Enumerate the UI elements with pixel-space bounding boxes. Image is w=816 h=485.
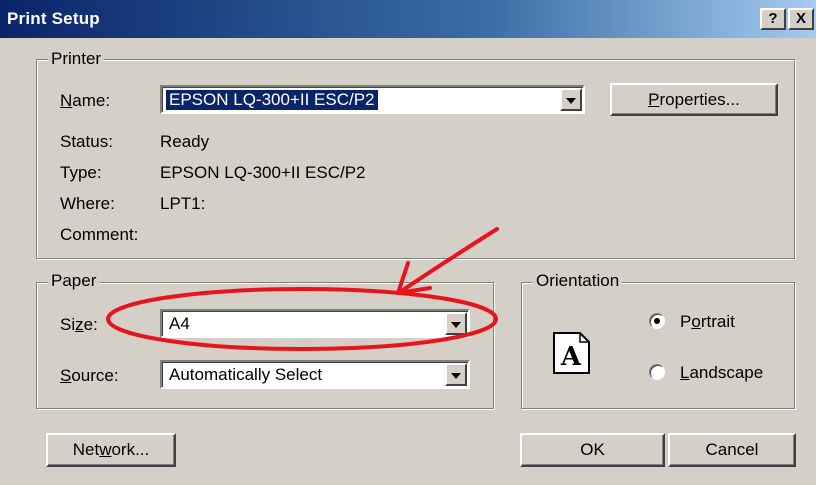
print-setup-dialog: Print Setup ? X Printer Name: EPSON LQ-3… xyxy=(0,0,816,485)
annotation-overlay xyxy=(106,227,499,351)
highlight-ellipse xyxy=(106,287,498,351)
annotation-arrow-shaft xyxy=(398,227,499,294)
